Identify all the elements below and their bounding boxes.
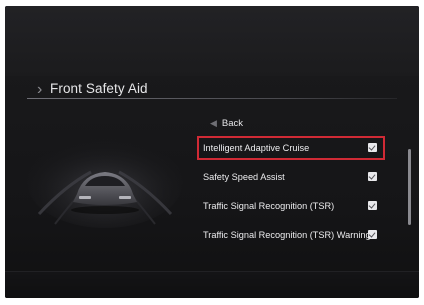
back-label: Back <box>221 118 244 129</box>
screenshot-frame: › Front Safety Aid ◀ Back Intelligent Ad… <box>0 0 424 305</box>
chevron-right-icon: › <box>37 81 43 98</box>
menu-item-traffic-signal-recognition-warning[interactable]: Traffic Signal Recognition (TSR) Warning <box>197 223 385 247</box>
header-divider <box>27 98 397 99</box>
checkbox-checked-icon[interactable] <box>368 172 377 181</box>
infotainment-screen: › Front Safety Aid ◀ Back Intelligent Ad… <box>5 6 419 298</box>
menu-item-label: Safety Speed Assist <box>203 172 285 182</box>
back-button[interactable]: ◀ Back <box>210 115 243 131</box>
menu-item-traffic-signal-recognition[interactable]: Traffic Signal Recognition (TSR) <box>197 194 385 218</box>
car-illustration <box>25 116 185 236</box>
car-icon <box>27 136 183 228</box>
settings-menu: ◀ Back Intelligent Adaptive Cruise Safety… <box>197 106 397 246</box>
chevron-left-icon: ◀ <box>210 118 217 128</box>
menu-item-label: Traffic Signal Recognition (TSR) <box>203 201 335 211</box>
menu-item-label: Traffic Signal Recognition (TSR) Warning <box>203 230 371 240</box>
menu-item-intelligent-adaptive-cruise[interactable]: Intelligent Adaptive Cruise <box>197 136 385 160</box>
top-band <box>5 6 419 76</box>
checkbox-checked-icon[interactable] <box>368 143 377 152</box>
menu-item-label: Intelligent Adaptive Cruise <box>203 143 310 153</box>
menu-item-safety-speed-assist[interactable]: Safety Speed Assist <box>197 165 385 189</box>
bottom-band <box>5 271 419 298</box>
scrollbar[interactable] <box>408 149 411 225</box>
checkbox-checked-icon[interactable] <box>368 201 377 210</box>
page-title: Front Safety Aid <box>50 81 148 96</box>
page-header: › Front Safety Aid <box>5 76 419 106</box>
checkbox-checked-icon[interactable] <box>368 230 377 239</box>
